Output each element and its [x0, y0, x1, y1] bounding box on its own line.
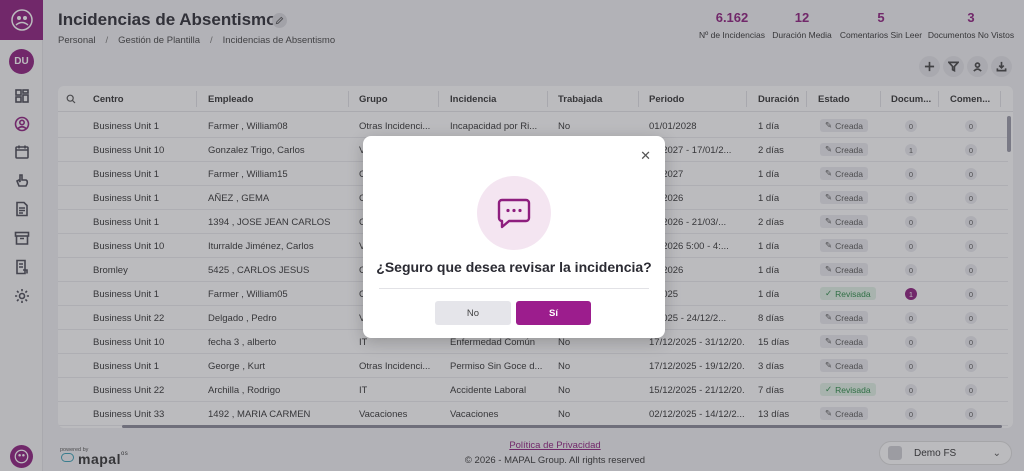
- yes-button[interactable]: Sí: [516, 301, 591, 325]
- no-button[interactable]: No: [435, 301, 511, 325]
- chat-bubble-icon: [477, 176, 551, 250]
- dialog-question: ¿Seguro que desea revisar la incidencia?: [376, 259, 652, 275]
- close-icon[interactable]: ✕: [640, 148, 651, 164]
- confirm-dialog: ✕ ¿Seguro que desea revisar la incidenci…: [363, 136, 665, 338]
- dialog-divider: [379, 288, 649, 289]
